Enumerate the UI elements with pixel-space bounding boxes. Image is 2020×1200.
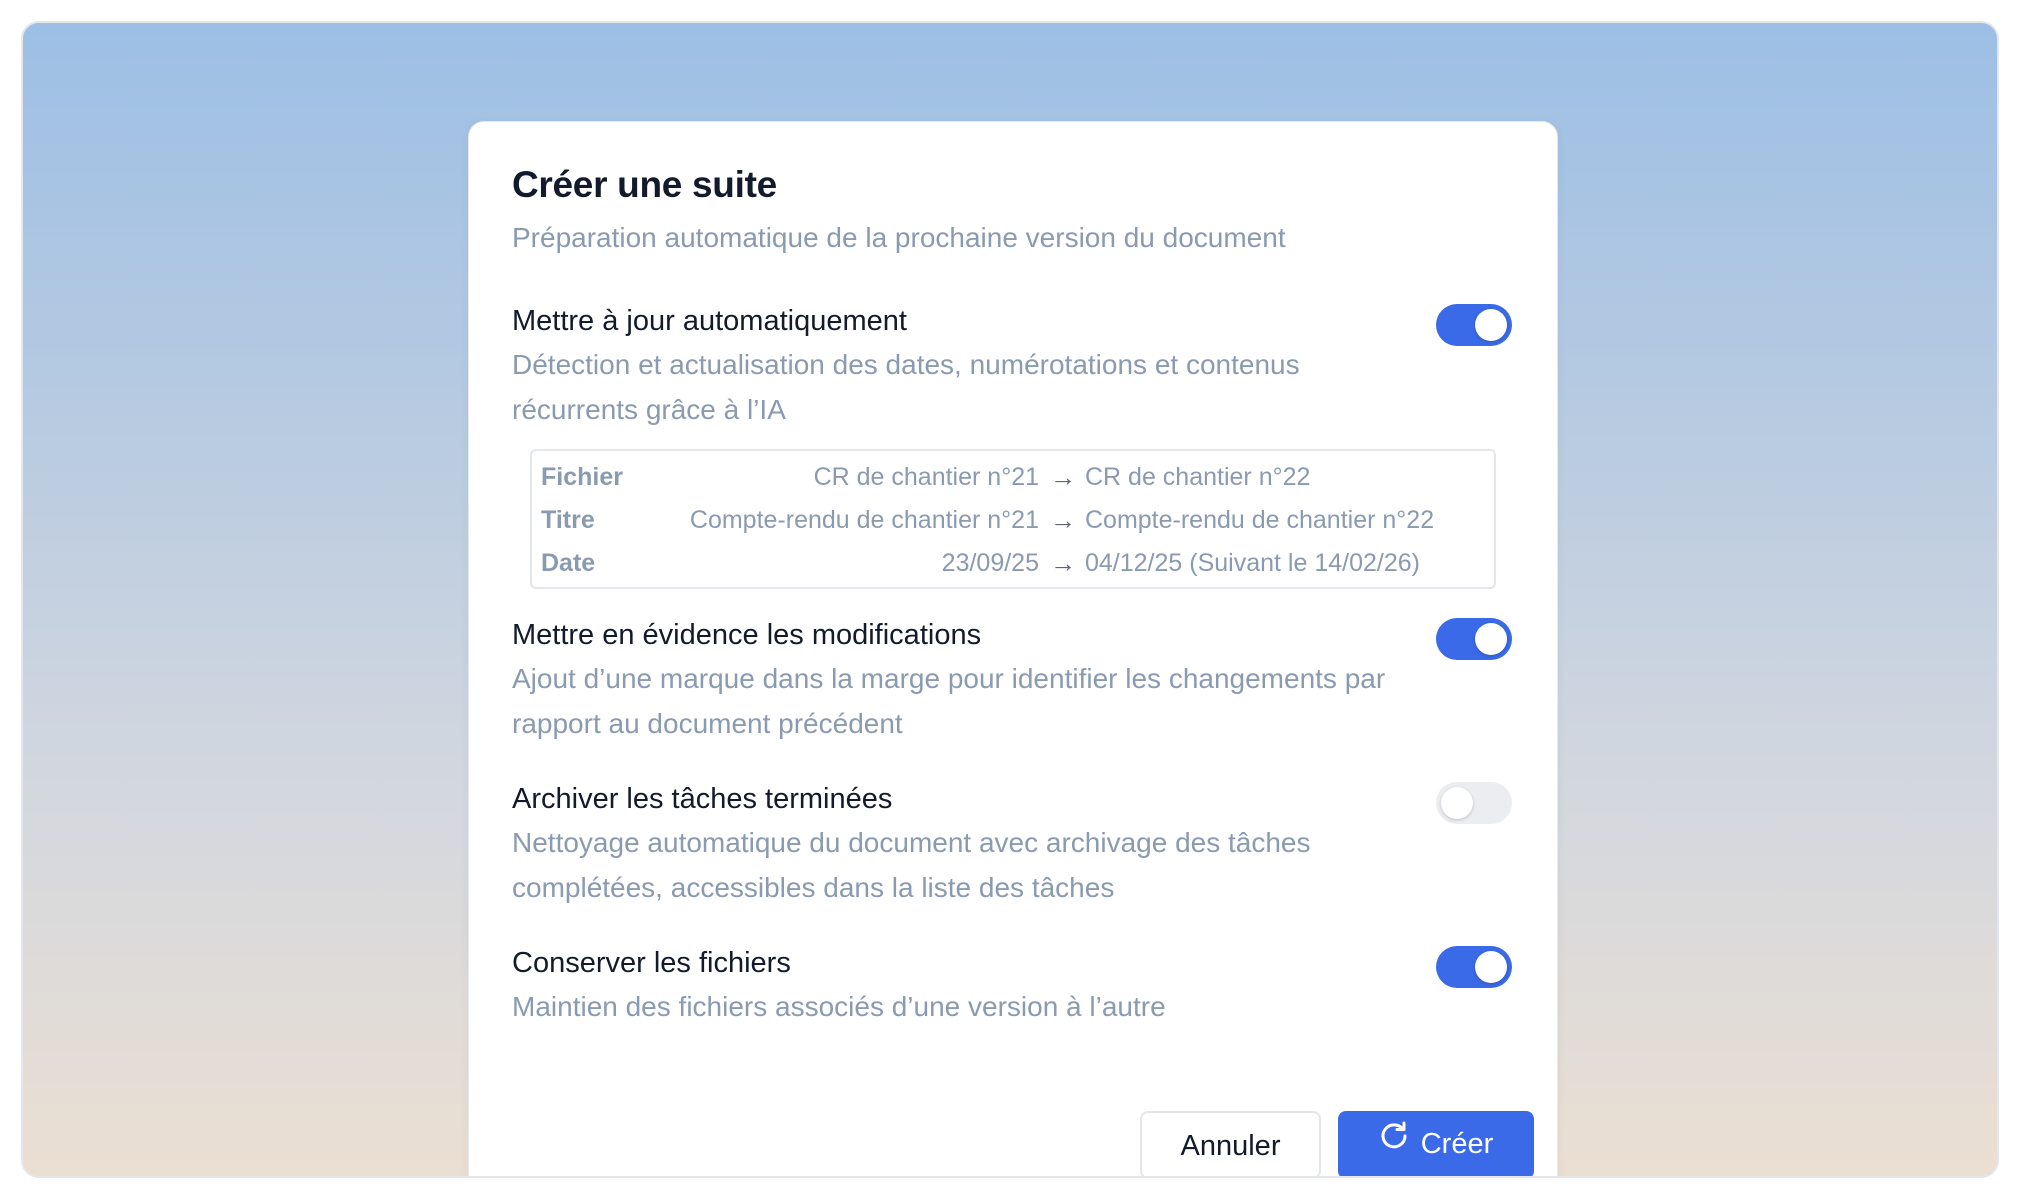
toggle-knob (1475, 309, 1507, 341)
preview-new-value: CR de chantier n°22 (1085, 463, 1311, 491)
preview-label: Date (541, 549, 596, 577)
arrow-right-icon: → (1050, 505, 1076, 535)
cancel-button-label: Annuler (1180, 1130, 1281, 1162)
option-description: Détection et actualisation des dates, nu… (512, 349, 1300, 425)
toggle-knob (1441, 787, 1473, 819)
preview-row-title: Titre Compte-rendu de chantier n°21 → Co… (532, 500, 1494, 540)
option-description: Maintien des fichiers associés d’une ver… (512, 991, 1166, 1022)
preview-old-value: Compte-rendu de chantier n°21 (689, 506, 1039, 534)
preview-label: Titre (541, 506, 595, 534)
arrow-right-icon: → (1050, 548, 1076, 578)
preview-label: Fichier (541, 463, 623, 491)
cancel-button[interactable]: Annuler (1140, 1111, 1321, 1176)
toggle-knob (1475, 951, 1507, 983)
arrow-right-icon: → (1050, 462, 1076, 492)
dialog-title: Créer une suite (512, 164, 777, 205)
create-sequel-dialog: Créer une suite Préparation automatique … (468, 121, 1558, 1176)
preview-new-value: 04/12/25 (Suivant le 14/02/26) (1085, 549, 1420, 577)
option-highlight-changes: Mettre en évidence les modifications Ajo… (512, 616, 1512, 746)
option-title: Mettre en évidence les modifications (512, 619, 982, 651)
preview-row-date: Date 23/09/25 → 04/12/25 (Suivant le 14/… (532, 543, 1494, 583)
create-button[interactable]: Créer (1338, 1109, 1534, 1176)
preview-old-value: 23/09/25 (941, 549, 1039, 577)
option-description: Ajout d’une marque dans la marge pour id… (512, 663, 1386, 739)
keep-files-toggle[interactable] (1436, 946, 1512, 988)
update-preview-table: Fichier CR de chantier n°21 → CR de chan… (530, 449, 1496, 589)
option-auto-update: Mettre à jour automatiquement Détection … (512, 302, 1512, 432)
option-title: Mettre à jour automatiquement (512, 305, 907, 337)
option-keep-files: Conserver les fichiers Maintien des fich… (512, 944, 1512, 1029)
option-title: Conserver les fichiers (512, 947, 791, 979)
option-archive-tasks: Archiver les tâches terminées Nettoyage … (512, 780, 1512, 910)
app-window: Créer une suite Préparation automatique … (21, 21, 1999, 1178)
preview-row-file: Fichier CR de chantier n°21 → CR de chan… (532, 457, 1494, 497)
archive-tasks-toggle[interactable] (1436, 782, 1512, 824)
create-button-label: Créer (1420, 1128, 1494, 1160)
preview-new-value: Compte-rendu de chantier n°22 (1085, 506, 1435, 534)
auto-update-toggle[interactable] (1436, 304, 1512, 346)
refresh-icon (1379, 1109, 1409, 1175)
option-description: Nettoyage automatique du document avec a… (512, 827, 1311, 903)
dialog-subtitle: Préparation automatique de la prochaine … (512, 222, 1286, 253)
toggle-knob (1475, 623, 1507, 655)
preview-old-value: CR de chantier n°21 (813, 463, 1039, 491)
highlight-changes-toggle[interactable] (1436, 618, 1512, 660)
option-title: Archiver les tâches terminées (512, 783, 893, 815)
